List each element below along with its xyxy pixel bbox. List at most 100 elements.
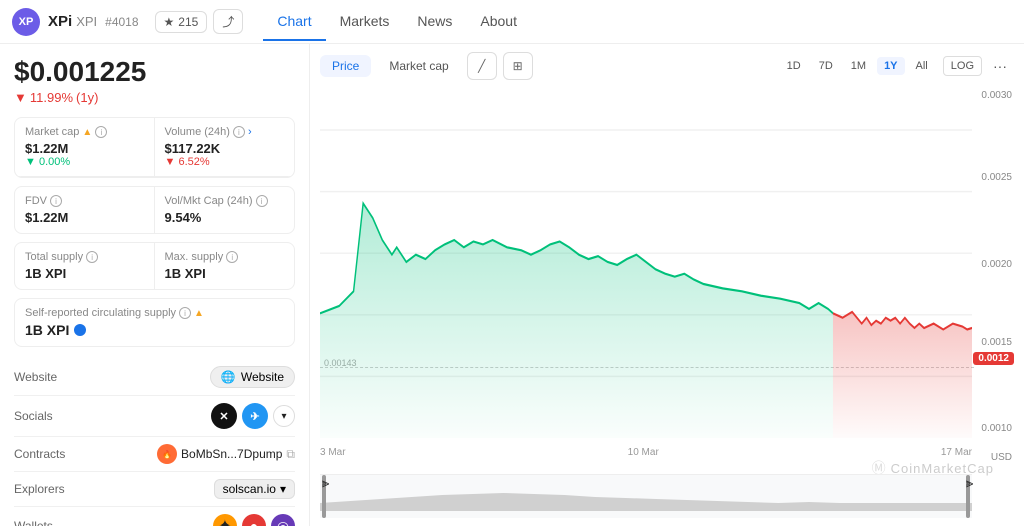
candle-icon: ⊞ — [513, 59, 523, 73]
socials-value: ✕ ✈ ▾ — [211, 403, 295, 429]
tab-chart[interactable]: Chart — [263, 3, 325, 41]
x-label-10mar: 10 Mar — [628, 447, 659, 458]
contracts-label: Contracts — [14, 447, 65, 461]
mini-chart-area: ⫸ ⫸ — [320, 474, 972, 518]
line-chart-icon-btn[interactable]: ╱ — [467, 52, 497, 80]
market-cap-label: Market cap — [25, 126, 79, 138]
contract-address: BoMbSn...7Dpump — [181, 447, 282, 461]
circ-supply-warning-icon: ▲ — [194, 308, 204, 319]
market-cap-value: $1.22M — [25, 141, 144, 156]
left-panel: $0.001225 ▼ 11.99% (1y) Market cap ▲ i $… — [0, 44, 310, 526]
right-panel: Price Market cap ╱ ⊞ 1D 7D 1M 1Y All LOG… — [310, 44, 1024, 526]
y-label-0015: 0.0015 — [981, 337, 1012, 348]
website-label: Website — [14, 370, 57, 384]
time-btn-1y[interactable]: 1Y — [877, 57, 904, 75]
explorer-dropdown-icon: ▾ — [280, 482, 286, 496]
fdv-label: FDV — [25, 195, 47, 207]
fdv-info-icon: i — [50, 195, 62, 207]
telegram-icon[interactable]: ✈ — [242, 403, 268, 429]
x-axis-labels: 3 Mar 10 Mar 17 Mar — [320, 447, 972, 458]
star-button[interactable]: ★ 215 — [155, 11, 208, 33]
socials-more-button[interactable]: ▾ — [273, 405, 295, 427]
price-change-arrow: ▼ — [14, 90, 27, 105]
max-supply-value: 1B XPI — [165, 266, 285, 281]
chart-area: 0.0030 0.0025 0.0020 0.0015 0.0010 0.001… — [320, 86, 1014, 518]
y-label-0025: 0.0025 — [981, 172, 1012, 183]
x-label-17mar: 17 Mar — [941, 447, 972, 458]
website-button[interactable]: 🌐 Website — [210, 366, 295, 388]
total-supply-value: 1B XPI — [25, 266, 144, 281]
explorers-row: Explorers solscan.io ▾ — [14, 472, 295, 507]
tab-news[interactable]: News — [403, 3, 466, 41]
time-btn-7d[interactable]: 7D — [812, 57, 840, 75]
mini-chart-svg — [320, 475, 972, 511]
circ-supply-box: Self-reported circulating supply i ▲ 1B … — [14, 298, 295, 347]
total-supply-info-icon: i — [86, 251, 98, 263]
circ-supply-label: Self-reported circulating supply — [25, 307, 176, 319]
vol-mkt-cell: Vol/Mkt Cap (24h) i 9.54% — [155, 187, 295, 233]
volume-value: $117.22K — [165, 141, 285, 156]
market-cap-change: ▼ 0.00% — [25, 156, 144, 168]
explorers-value: solscan.io ▾ — [214, 479, 295, 499]
market-cap-info-icon: i — [95, 126, 107, 138]
star-icon: ★ — [164, 15, 175, 29]
share-button[interactable]: ⤴ — [213, 9, 243, 34]
wallets-value: ✦ ● ◎ — [213, 514, 295, 526]
contracts-value: 🔥 BoMbSn...7Dpump ⧉ — [157, 444, 295, 464]
circ-supply-info-icon: i — [179, 307, 191, 319]
tab-markets[interactable]: Markets — [326, 3, 404, 41]
twitter-icon[interactable]: ✕ — [211, 403, 237, 429]
mini-chart-left-handle[interactable]: ⫸ — [322, 475, 326, 518]
current-price-badge: 0.0012 — [973, 352, 1014, 365]
token-icon: XP — [12, 8, 40, 36]
y-label-0010: 0.0010 — [981, 423, 1012, 434]
more-button[interactable]: ··· — [986, 55, 1014, 77]
vol-mkt-value: 9.54% — [165, 210, 285, 225]
wallets-row: Wallets ✦ ● ◎ — [14, 507, 295, 526]
volume-link-icon[interactable]: › — [248, 126, 252, 138]
price-change-period: (1y) — [76, 90, 98, 105]
vol-mkt-info-icon: i — [256, 195, 268, 207]
fdv-cell: FDV i $1.22M — [15, 187, 155, 233]
volume-info-icon: i — [233, 126, 245, 138]
volume-change: ▼ 6.52% — [165, 156, 285, 168]
time-btn-1d[interactable]: 1D — [780, 57, 808, 75]
star-count: 215 — [178, 15, 198, 29]
volume-cell: Volume (24h) i › $117.22K ▼ 6.52% — [155, 118, 295, 177]
time-btn-1m[interactable]: 1M — [844, 57, 873, 75]
candle-chart-icon-btn[interactable]: ⊞ — [503, 52, 533, 80]
line-chart-icon: ╱ — [478, 59, 485, 73]
globe-icon: 🌐 — [221, 370, 236, 384]
price-value: $0.001225 — [14, 56, 295, 88]
price-tab[interactable]: Price — [320, 55, 371, 77]
vol-mkt-label: Vol/Mkt Cap (24h) — [165, 195, 253, 207]
log-button[interactable]: LOG — [943, 56, 982, 76]
usd-label: USD — [991, 452, 1012, 463]
copy-icon[interactable]: ⧉ — [286, 447, 295, 462]
max-supply-label: Max. supply — [165, 251, 224, 263]
mini-chart-right-handle[interactable]: ⫸ — [966, 475, 970, 518]
marketcap-tab[interactable]: Market cap — [377, 55, 460, 77]
contracts-row: Contracts 🔥 BoMbSn...7Dpump ⧉ — [14, 437, 295, 472]
wallet-icon-1[interactable]: ✦ — [213, 514, 237, 526]
explorer-button[interactable]: solscan.io ▾ — [214, 479, 295, 499]
y-label-0030: 0.0030 — [981, 90, 1012, 101]
time-btn-all[interactable]: All — [909, 57, 935, 75]
website-row: Website 🌐 Website — [14, 359, 295, 396]
tab-about[interactable]: About — [466, 3, 531, 41]
market-cap-warning-icon: ▲ — [82, 127, 92, 138]
max-supply-cell: Max. supply i 1B XPI — [155, 243, 295, 289]
token-name: XPi — [48, 13, 72, 30]
total-supply-label: Total supply — [25, 251, 83, 263]
price-change-pct: 11.99% — [30, 90, 73, 105]
wallet-icon-3[interactable]: ◎ — [271, 514, 295, 526]
volume-label: Volume (24h) — [165, 126, 230, 138]
socials-label: Socials — [14, 409, 53, 423]
wallet-icon-2[interactable]: ● — [242, 514, 266, 526]
wallets-label: Wallets — [14, 519, 53, 526]
circ-supply-dot — [74, 324, 86, 336]
nav-tabs: Chart Markets News About — [263, 3, 531, 41]
fdv-value: $1.22M — [25, 210, 144, 225]
y-label-0020: 0.0020 — [981, 259, 1012, 270]
max-supply-info-icon: i — [226, 251, 238, 263]
